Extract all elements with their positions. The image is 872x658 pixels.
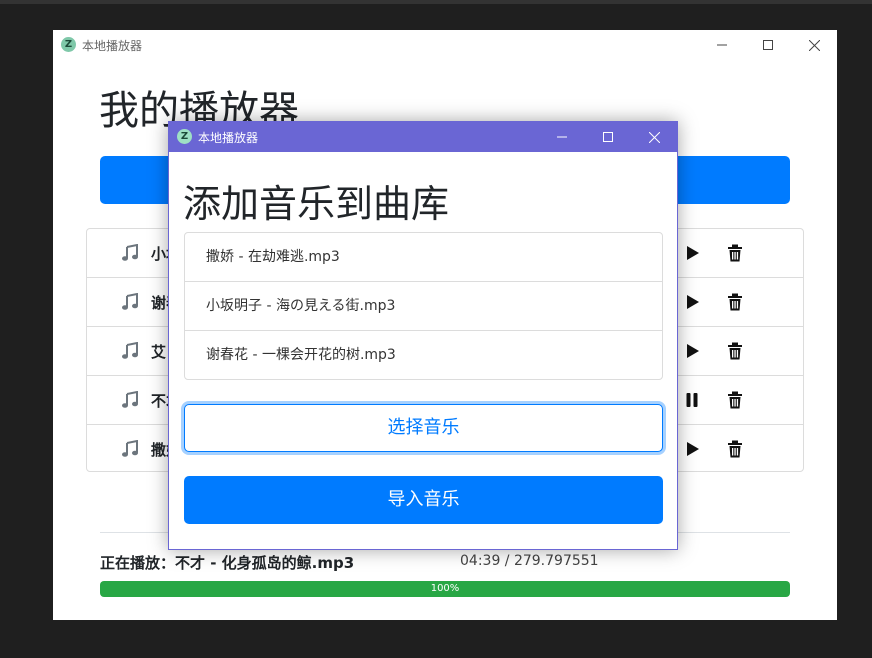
desktop-top-edge [0,0,872,4]
play-icon[interactable] [684,294,700,310]
maximize-button[interactable] [745,30,791,60]
music-note-icon [122,440,138,457]
main-titlebar[interactable]: Z 本地播放器 [53,30,837,60]
close-button[interactable] [791,30,837,60]
progress-bar-fill: 100% [100,581,790,597]
music-note-icon [122,244,138,261]
trash-icon[interactable] [727,342,743,360]
minimize-button[interactable] [699,30,745,60]
z-logo-icon: Z [61,37,76,52]
import-music-button[interactable]: 导入音乐 [184,476,663,524]
dialog-title: 本地播放器 [198,131,259,145]
music-note-icon [122,391,138,408]
play-icon[interactable] [684,441,700,457]
maximize-icon [603,132,613,142]
trash-icon[interactable] [727,440,743,458]
trash-icon[interactable] [727,244,743,262]
music-note-icon [122,293,138,310]
close-icon [808,39,820,51]
pause-icon[interactable] [684,392,700,408]
minimize-icon [717,44,727,46]
maximize-button[interactable] [585,122,631,152]
maximize-icon [763,40,773,50]
z-logo-icon: Z [177,129,192,144]
file-item[interactable]: 撒娇 - 在劫难逃.mp3 [185,233,662,282]
file-item[interactable]: 小坂明子 - 海の見える街.mp3 [185,282,662,331]
file-item[interactable]: 谢春花 - 一棵会开花的树.mp3 [185,331,662,380]
close-button[interactable] [631,122,677,152]
select-music-button[interactable]: 选择音乐 [184,404,663,452]
dialog-heading: 添加音乐到曲库 [183,182,450,226]
trash-icon[interactable] [727,391,743,409]
dialog-titlebar[interactable]: Z 本地播放器 [169,122,677,152]
now-playing-text: 正在播放：不才 - 化身孤岛的鲸.mp3 [100,554,355,572]
window-title: 本地播放器 [82,39,143,53]
playback-time: 04:39 / 279.797551 [460,553,599,569]
add-music-dialog: Z 本地播放器 添加音乐到曲库 撒娇 - 在劫难逃.mp3 小坂明子 - 海の見… [168,121,678,550]
play-icon[interactable] [684,245,700,261]
minimize-button[interactable] [539,122,585,152]
play-icon[interactable] [684,343,700,359]
selected-file-list: 撒娇 - 在劫难逃.mp3 小坂明子 - 海の見える街.mp3 谢春花 - 一棵… [184,232,663,380]
progress-bar[interactable]: 100% [100,581,790,597]
trash-icon[interactable] [727,293,743,311]
minimize-icon [557,136,567,138]
music-note-icon [122,342,138,359]
close-icon [648,131,660,143]
